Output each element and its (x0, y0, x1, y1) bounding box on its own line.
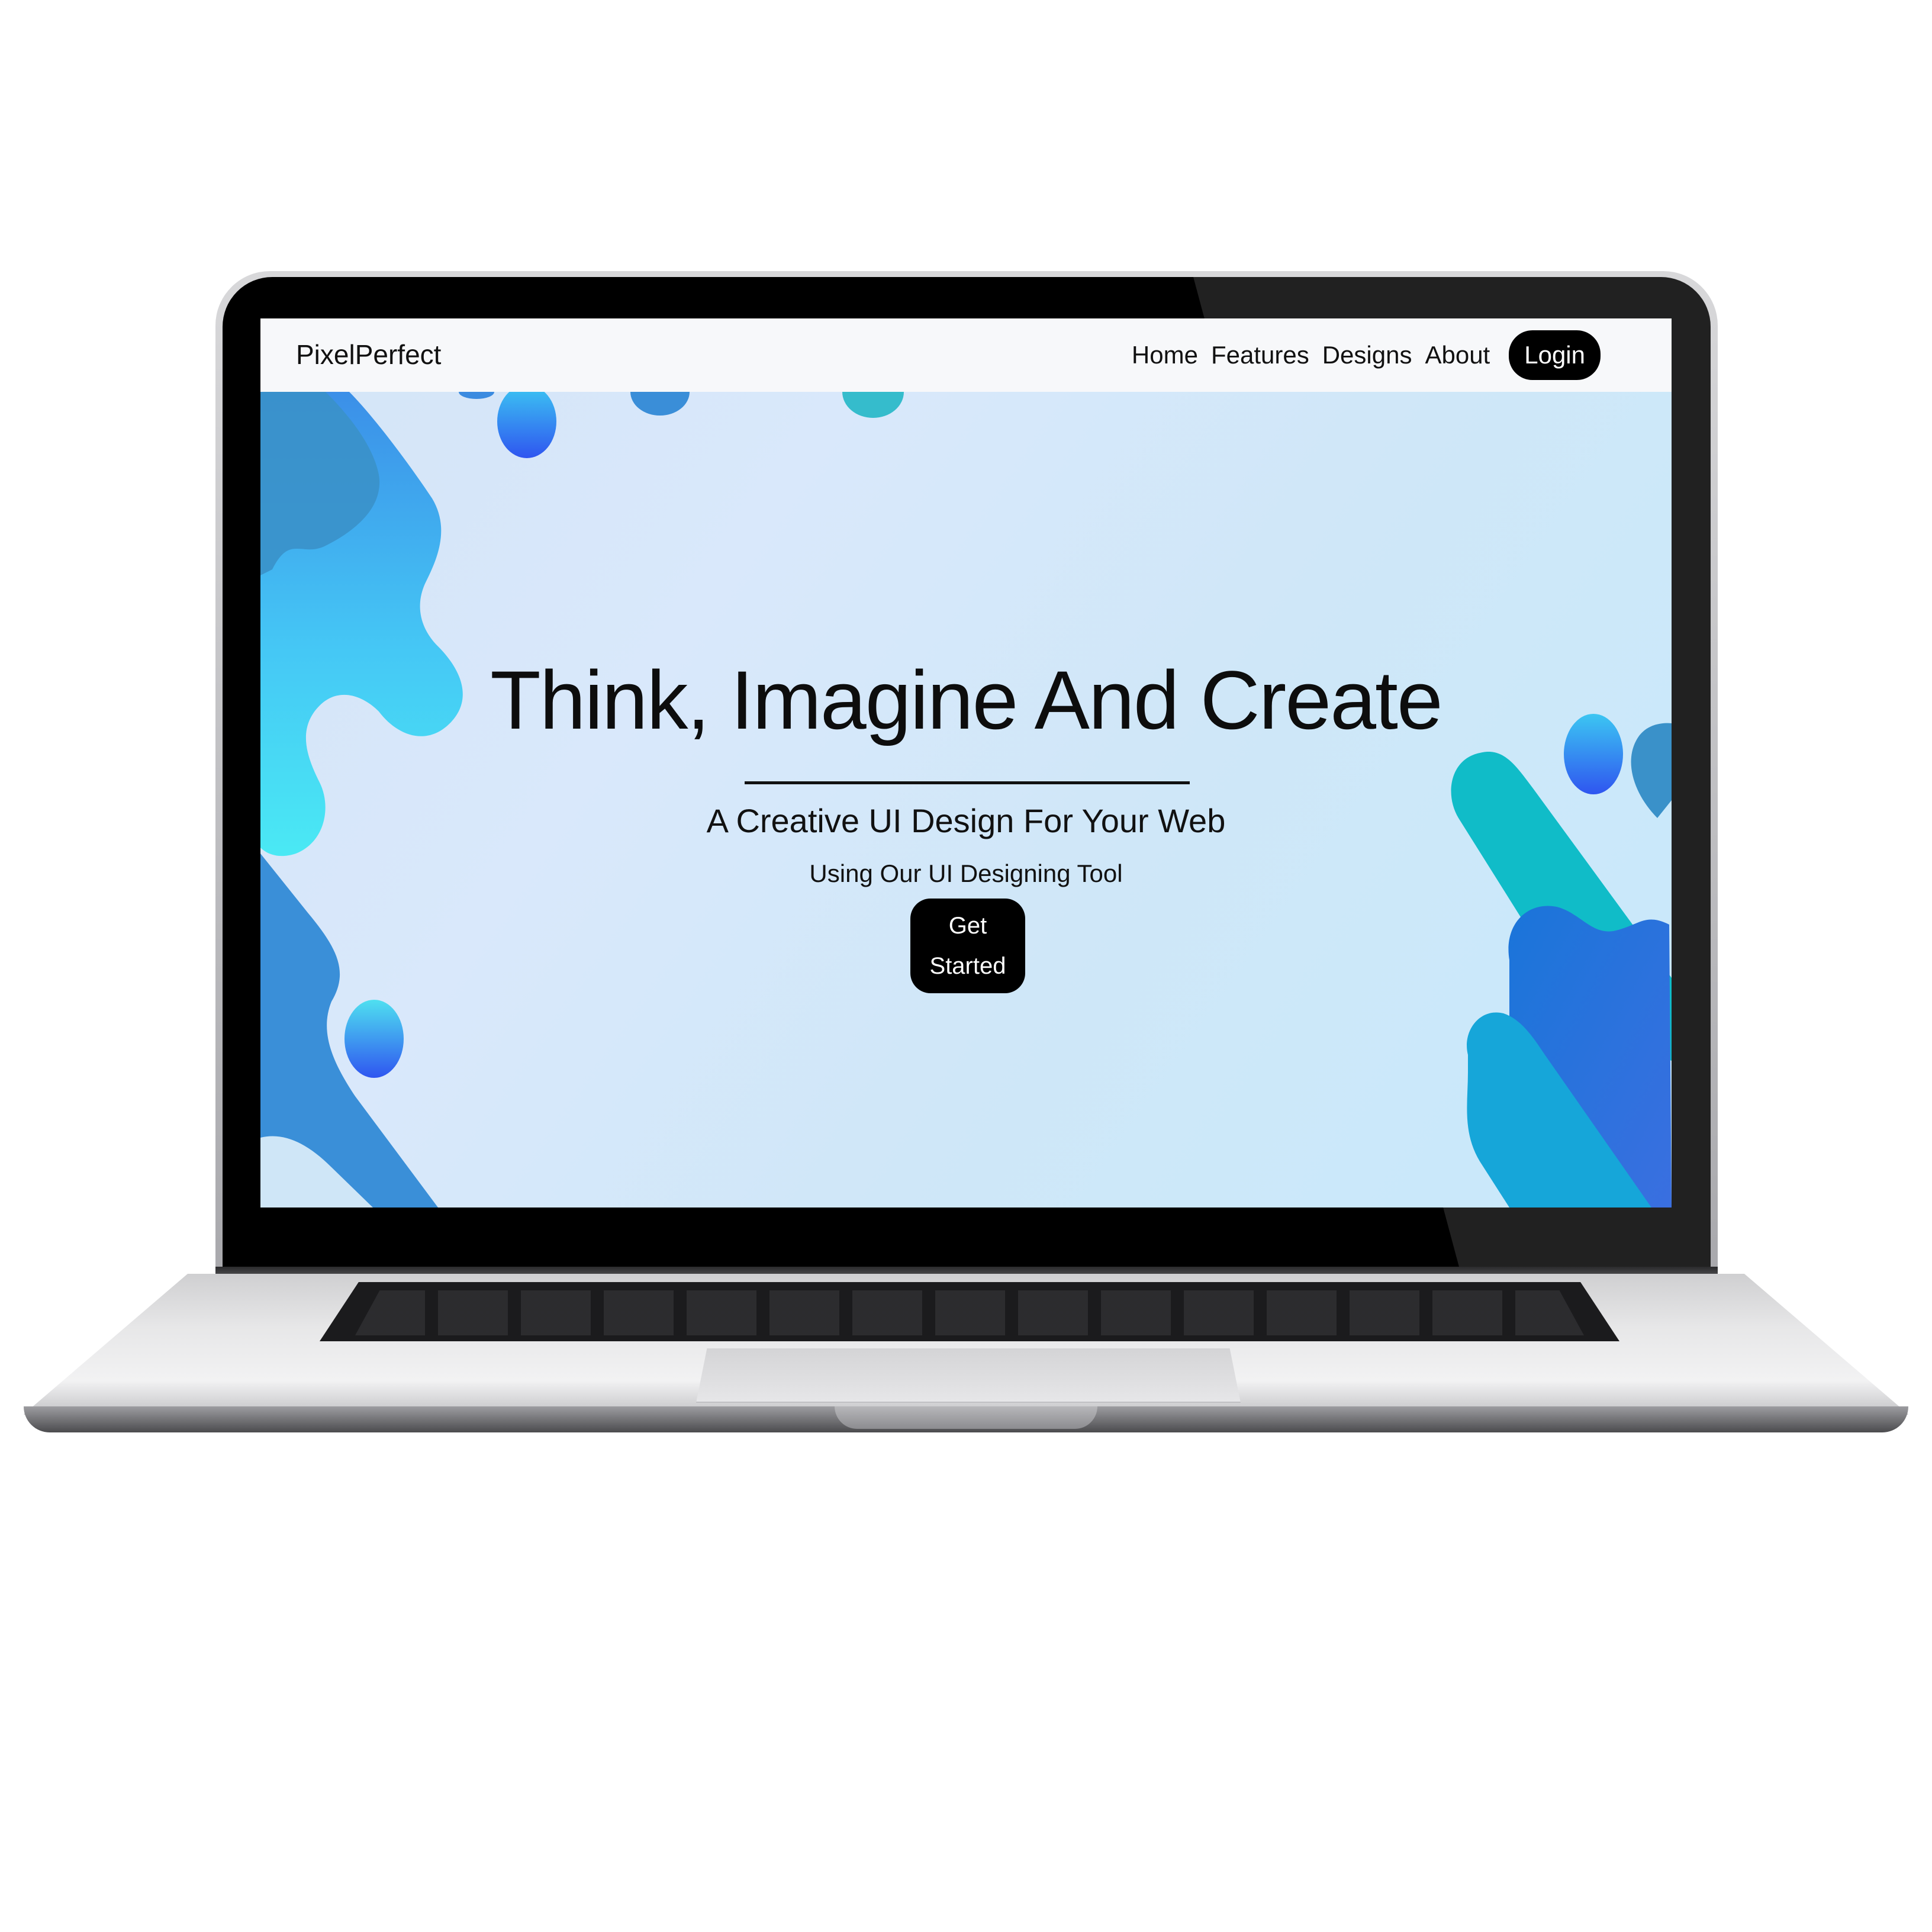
blob-top-2 (630, 392, 690, 416)
nav-features[interactable]: Features (1211, 341, 1309, 369)
blob-top-1 (459, 392, 494, 399)
nav-home[interactable]: Home (1132, 341, 1198, 369)
laptop-screen: PixelPerfect Home Features Designs About… (260, 318, 1672, 1208)
nav-designs[interactable]: Designs (1322, 341, 1412, 369)
hero-subheadline: A Creative UI Design For Your Web (706, 802, 1226, 839)
login-button[interactable]: Login (1509, 330, 1601, 380)
blob-top-left (497, 392, 556, 458)
get-started-button[interactable]: Get Started (910, 899, 1025, 993)
navbar: PixelPerfect Home Features Designs About… (260, 318, 1672, 392)
blob-top-3 (842, 392, 904, 418)
hero-headline: Think, Imagine And Create (490, 653, 1443, 746)
hero-section: Think, Imagine And Create A Creative UI … (260, 392, 1672, 1208)
brand-logo[interactable]: PixelPerfect (296, 339, 441, 371)
keyboard-keys (355, 1290, 1584, 1335)
get-started-label: Get Started (929, 913, 1006, 979)
hero-tagline: Using Our UI Designing Tool (809, 859, 1123, 887)
nav-links: Home Features Designs About Login (1132, 326, 1601, 385)
trackpad (696, 1348, 1241, 1403)
decorative-shapes (260, 392, 1672, 1208)
lid-notch (835, 1406, 1097, 1429)
headline-divider (745, 781, 1190, 784)
nav-about[interactable]: About (1425, 341, 1490, 369)
blob-left-lower (344, 1000, 404, 1078)
